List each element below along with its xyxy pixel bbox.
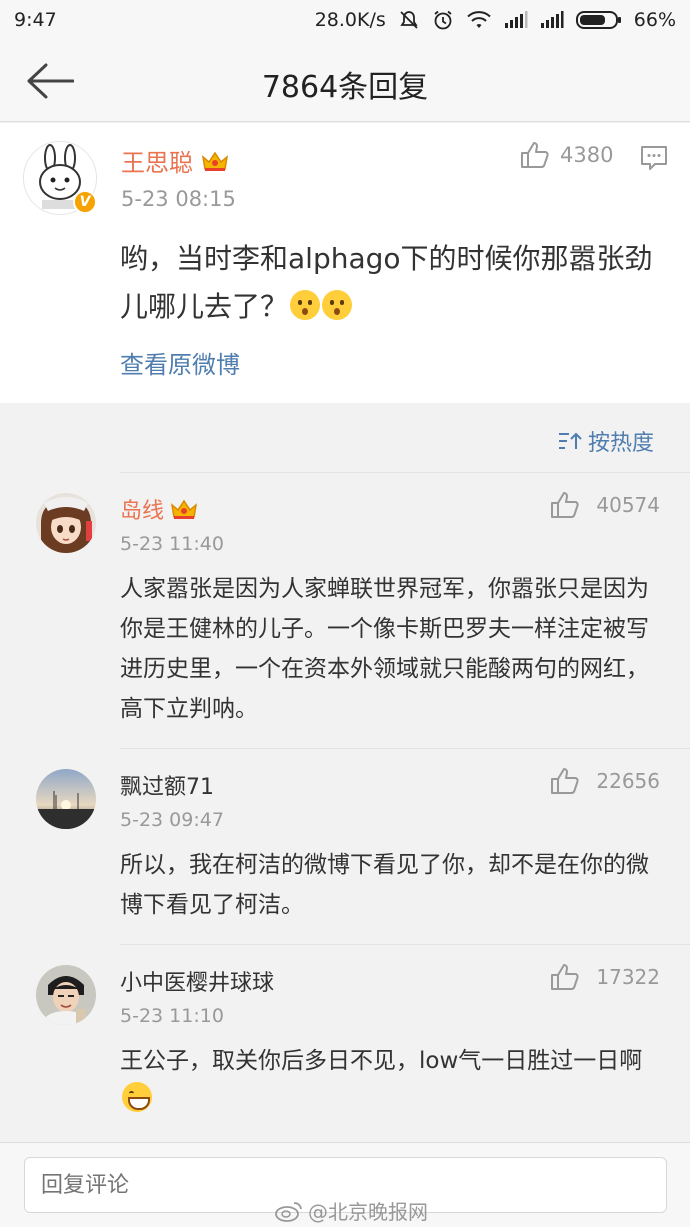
like-button[interactable]: 22656 (550, 767, 660, 795)
sort-label: 按热度 (587, 431, 654, 456)
username[interactable]: 王思聪 (121, 143, 229, 178)
comment-text: 王公子，取关你后多日不见，low气一日胜过一日啊 (120, 1041, 660, 1121)
crown-icon (201, 151, 229, 171)
comment-time: 5-23 11:40 (120, 533, 224, 555)
like-count: 17322 (596, 965, 660, 989)
sort-bar: 按热度 (0, 403, 690, 473)
comment-item: 小中医樱井球球 5-23 11:10 17322 王公子，取关你后多日不见，lo… (0, 945, 690, 1141)
comment-time: 5-23 09:47 (120, 809, 224, 831)
comment-text-body: 哟，当时李和alphago下的时候你那嚣张劲儿哪儿去了？ (120, 242, 653, 323)
weibo-logo-icon (275, 1201, 302, 1222)
battery-icon (575, 10, 622, 30)
comment-text: 人家嚣张是因为人家蝉联世界冠军，你嚣张只是因为你是王健林的儿子。一个像卡斯巴罗夫… (120, 576, 649, 722)
thumbs-up-icon (551, 492, 579, 518)
avatar[interactable] (36, 769, 96, 829)
username-text: 王思聪 (121, 149, 193, 177)
like-count: 40574 (596, 493, 660, 517)
username[interactable]: 小中医樱井球球 (120, 965, 274, 997)
like-count: 4380 (560, 143, 614, 167)
verified-badge-icon: V (73, 190, 97, 214)
comment-text: 所以，我在柯洁的微博下看见了你，却不是在你的微博下看见了柯洁。 (120, 852, 649, 918)
like-button[interactable]: 40574 (550, 491, 660, 519)
battery-level: 66% (633, 9, 676, 31)
crown-icon (170, 499, 198, 519)
username[interactable]: 飘过额71 (120, 769, 214, 801)
username-text: 飘过额71 (120, 775, 214, 800)
original-comment: V 王思聪 5-23 08:15 4380 哟，当时李和alphago下的时候你… (0, 123, 690, 403)
comment-text-body: 王公子，取关你后多日不见，low气一日胜过一日啊 (120, 1048, 643, 1074)
username-text: 岛线 (120, 499, 165, 524)
wifi-icon (466, 10, 492, 30)
reply-button[interactable] (640, 145, 668, 175)
grin-emoji-icon (122, 1082, 152, 1112)
comment-time: 5-23 11:10 (120, 1005, 224, 1027)
thumbs-up-icon (551, 768, 579, 794)
status-bar: 9:47 28.0K/s 66% (0, 0, 690, 40)
nav-bar: 7864条回复 (0, 40, 690, 122)
network-speed: 28.0K/s (314, 9, 386, 31)
avatar[interactable] (36, 965, 96, 1025)
signal-icon-2 (540, 11, 564, 29)
like-button[interactable]: 17322 (550, 963, 660, 991)
signal-icon (504, 11, 528, 29)
username-text: 小中医樱井球球 (120, 971, 275, 996)
watermark-text: @北京晚报网 (308, 1200, 428, 1224)
post-time: 5-23 08:15 (121, 187, 236, 211)
thumbs-up-icon (551, 964, 579, 990)
surprised-emoji-icon (290, 290, 321, 320)
comment-item: 飘过额71 5-23 09:47 22656 所以，我在柯洁的微博下看见了你，却… (0, 749, 690, 945)
like-button[interactable]: 4380 (520, 141, 613, 169)
username[interactable]: 岛线 (120, 493, 198, 525)
comment-item: 岛线 5-23 11:40 40574 人家嚣张是因为人家蝉联世界冠军，你嚣张只… (0, 473, 690, 749)
view-original-link[interactable]: 查看原微博 (120, 345, 240, 380)
thumbs-up-icon (521, 142, 549, 168)
status-time: 9:47 (14, 9, 57, 31)
surprised-emoji-icon (322, 290, 353, 320)
avatar[interactable] (36, 493, 96, 553)
sort-icon (558, 432, 582, 449)
comment-icon (641, 146, 667, 170)
watermark: @北京晚报网 (274, 1196, 428, 1225)
mute-icon (398, 9, 420, 31)
alarm-icon (432, 9, 454, 31)
page-title: 7864条回复 (261, 70, 429, 105)
like-count: 22656 (596, 769, 660, 793)
comment-text: 哟，当时李和alphago下的时候你那嚣张劲儿哪儿去了？ (120, 235, 665, 331)
sort-by-hot-button[interactable]: 按热度 (558, 425, 654, 457)
